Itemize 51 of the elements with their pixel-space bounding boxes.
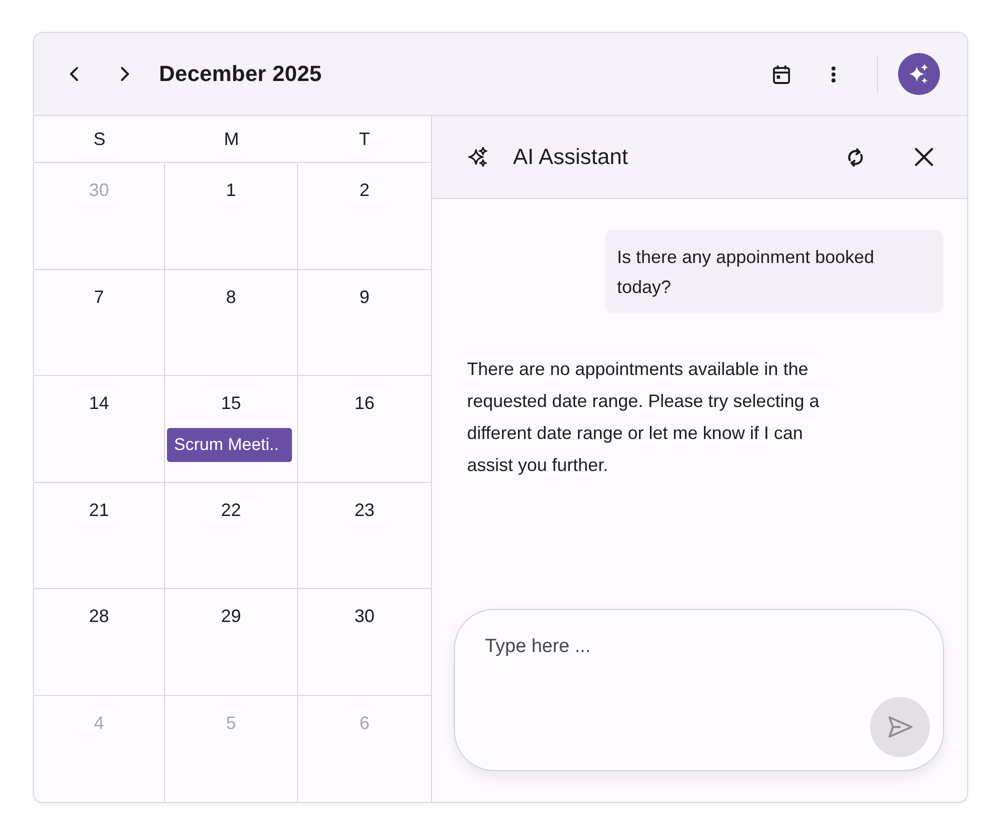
day-cell[interactable]: 14 [34,376,165,482]
day-cell[interactable]: 2 [298,163,431,270]
date-number: 8 [226,286,236,308]
chevron-left-icon [68,67,78,81]
date-number: 9 [359,286,370,308]
weekday-label: M [224,128,239,150]
date-number: 7 [94,286,104,308]
day-cell[interactable]: 30 [298,589,431,696]
date-number: 22 [220,498,242,520]
day-cell[interactable]: 16 [298,376,431,482]
day-cell[interactable]: 7 [34,270,165,376]
more-vert-icon [831,66,836,82]
date-number: 4 [94,712,104,734]
day-cell[interactable]: 23 [298,482,431,589]
close-icon [915,148,933,166]
day-cell[interactable]: 8 [165,270,298,376]
calendar-icon [773,64,790,84]
date-number: 21 [88,498,110,520]
sparkle-icon [468,147,488,167]
date-number: 5 [226,712,236,734]
date-number: 30 [88,179,110,201]
user-message: Is there any appoinment booked today? [605,230,943,313]
day-cell[interactable]: 21 [34,482,165,589]
date-number: 29 [220,605,242,627]
day-cell[interactable]: 28 [34,589,165,696]
date-number: 30 [354,605,375,627]
month-title: December 2025 [159,61,322,87]
day-cell[interactable]: 15 Scrum Meeti.. [165,376,298,482]
date-number: 14 [88,392,110,414]
refresh-icon [846,146,864,168]
panel-title: AI Assistant [513,144,628,170]
assistant-message: There are no appointments available in the requested date range. Please try selecting a different date range or let me know if I can assist you further. [467,358,820,477]
date-number: 1 [226,179,236,201]
date-number: 28 [88,605,110,627]
date-number: 23 [354,498,375,520]
day-cell[interactable]: 1 [165,163,298,270]
weekday-label: T [359,128,370,150]
date-number: 6 [359,712,370,734]
date-number: 15 [220,392,242,414]
date-number: 16 [354,392,375,414]
weekday-label: S [93,128,106,150]
day-cell[interactable]: 22 [165,482,298,589]
day-cell[interactable]: 29 [165,589,298,696]
chevron-right-icon [120,67,130,81]
event-chip[interactable]: Scrum Meeti.. [167,428,292,462]
ai-assistant-button[interactable] [898,53,940,95]
send-icon [888,716,912,738]
day-cell[interactable]: 9 [298,270,431,376]
chat-input-field[interactable]: Type here ... [454,609,944,771]
date-number: 2 [359,179,370,201]
sparkle-icon [908,63,930,85]
